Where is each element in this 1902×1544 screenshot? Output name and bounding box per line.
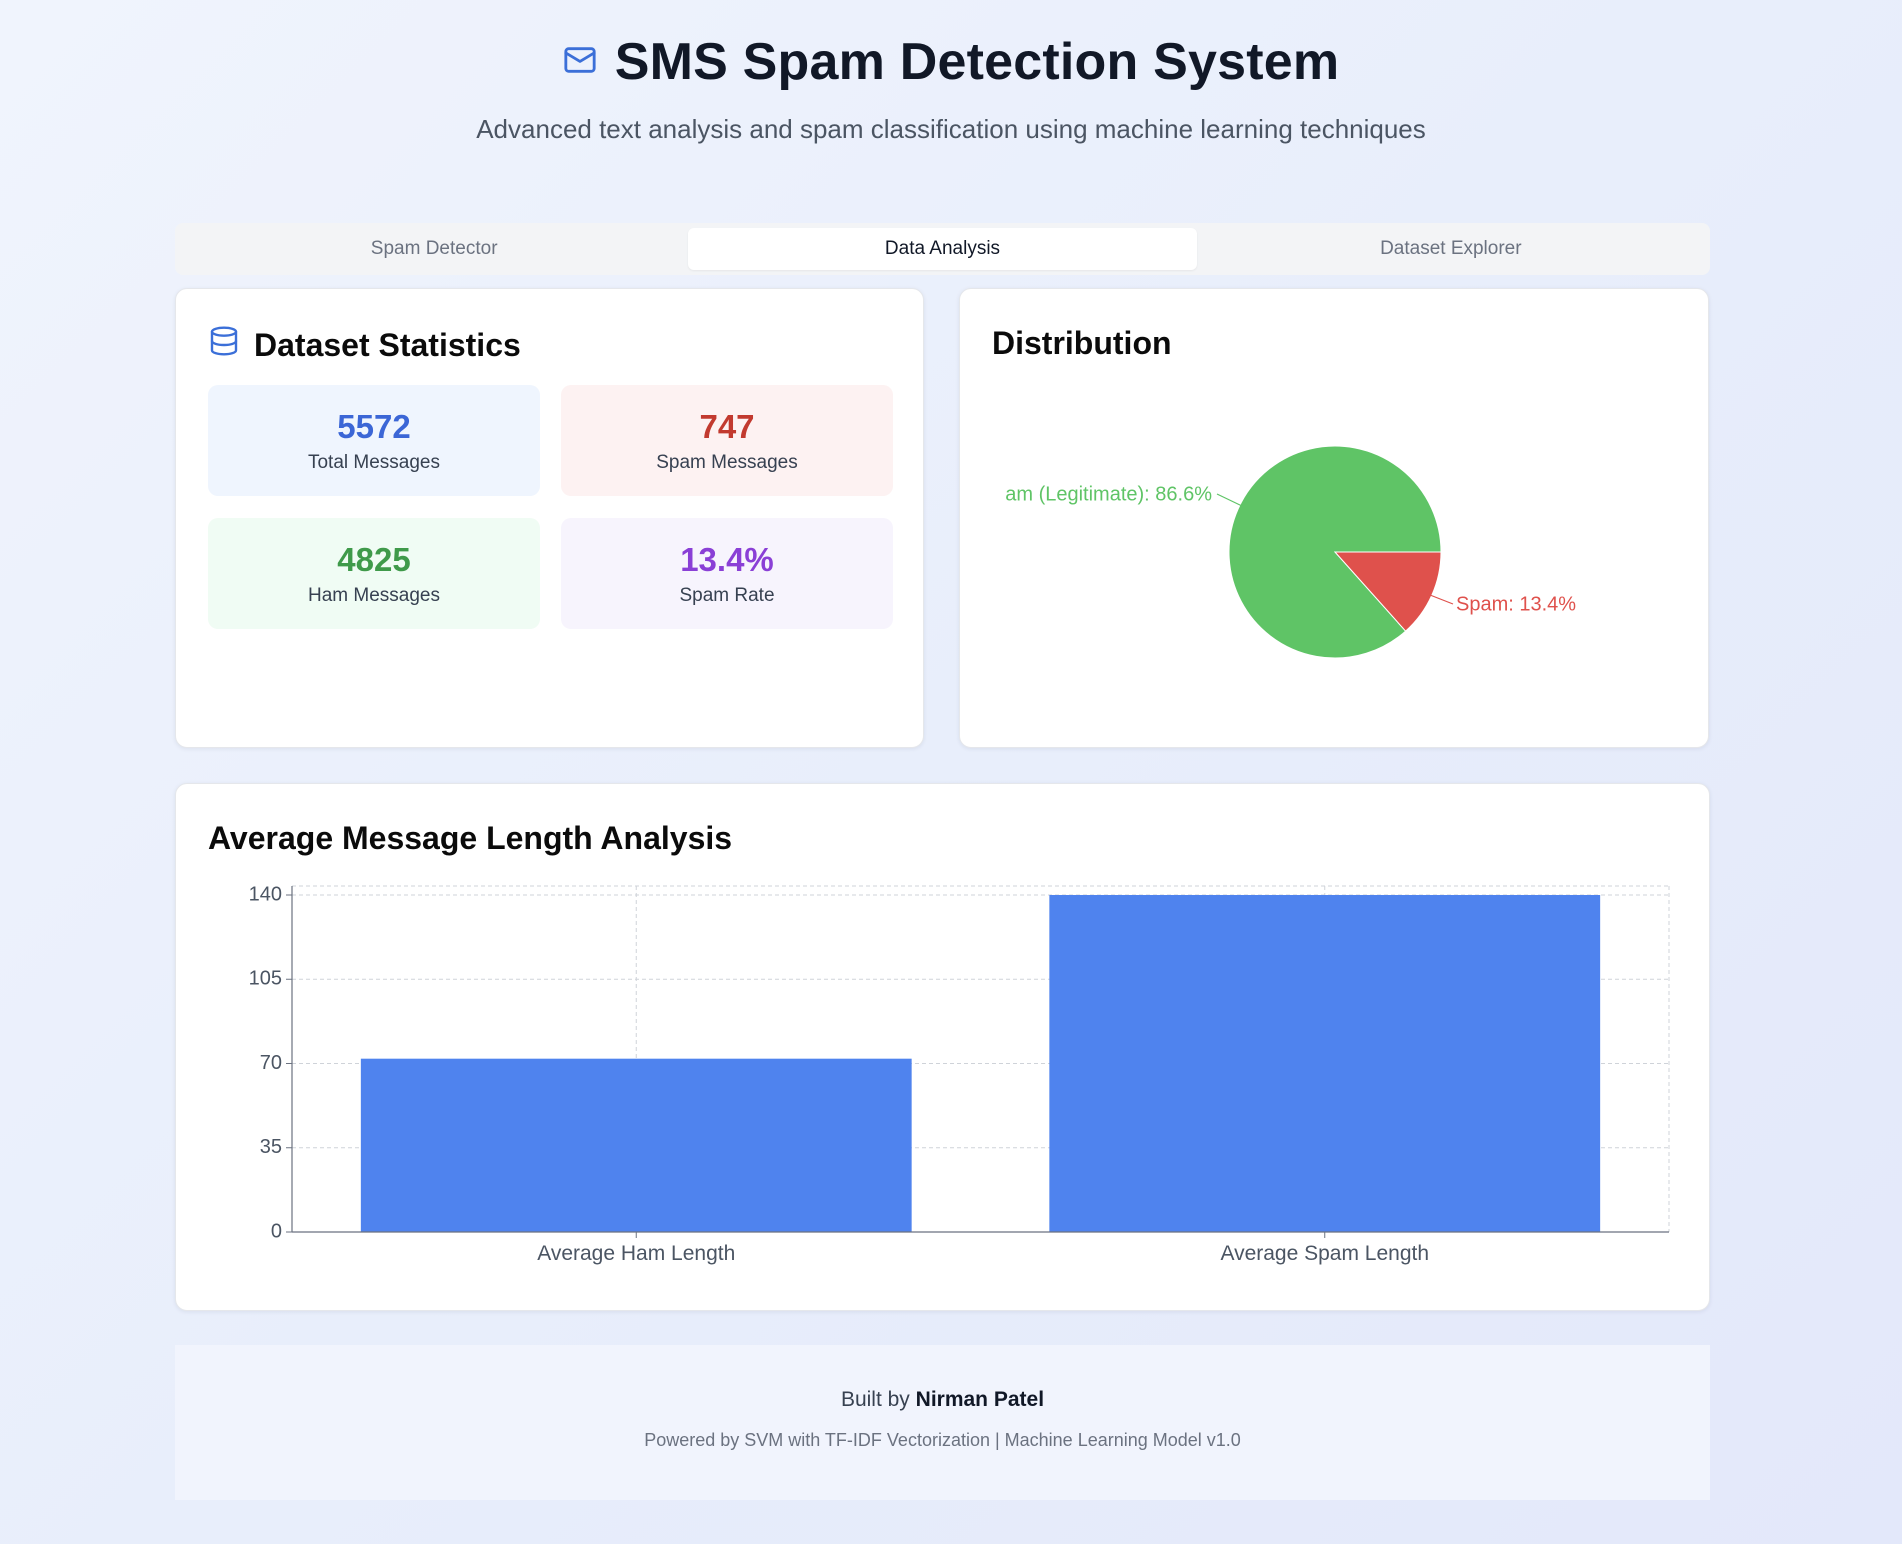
mail-icon (563, 43, 597, 82)
bar-1[interactable] (1049, 895, 1601, 1232)
stat-label: Total Messages (307, 451, 440, 473)
page-subtitle: Advanced text analysis and spam classifi… (476, 114, 1426, 144)
y-tick-label: 105 (249, 968, 282, 990)
tab-bar: Spam Detector Data Analysis Dataset Expl… (175, 223, 1710, 275)
y-tick-label: 35 (260, 1136, 282, 1158)
pie-label-0: am (Legitimate): 86.6% (1005, 483, 1212, 505)
length-bar-chart: 0 35 70 105 140 Average Ham Length Average Spa… (249, 883, 1670, 1265)
stat-label: Spam Rate (679, 584, 775, 606)
stat-label: Spam Messages (656, 451, 798, 473)
x-tick-label: Average Ham Length (537, 1242, 735, 1265)
stat-value: 4825 (337, 540, 411, 578)
stat-spam-rate: 13.4% Spam Rate (561, 518, 893, 629)
built-by: Built by Nirman Patel (175, 1388, 1710, 1412)
stat-ham-messages: 4825 Ham Messages (208, 518, 540, 629)
stat-value: 13.4% (680, 540, 774, 578)
stat-spam-messages: 747 Spam Messages (561, 385, 893, 496)
stat-label: Ham Messages (308, 584, 440, 606)
distribution-card: Distribution am (Legitimate): 86.6% Spam:… (959, 288, 1709, 748)
y-tick-label: 70 (260, 1052, 282, 1074)
stat-value: 747 (699, 407, 755, 445)
pie-leader-line-1 (1429, 594, 1454, 605)
x-tick-label: Average Spam Length (1220, 1242, 1429, 1265)
stat-total-messages: 5572 Total Messages (208, 385, 540, 496)
tab-data-analysis[interactable]: Data Analysis (688, 228, 1197, 270)
y-tick-label: 0 (271, 1220, 282, 1242)
tab-dataset-explorer[interactable]: Dataset Explorer (1197, 228, 1705, 270)
powered-by: Powered by SVM with TF-IDF Vectorization… (644, 1430, 1241, 1450)
y-tick-label: 140 (249, 883, 282, 905)
dataset-statistics-card: Dataset Statistics 5572 Total Messages 7… (175, 288, 924, 748)
built-by-prefix: Built by (840, 1388, 910, 1411)
database-icon (208, 325, 240, 365)
card-title: Dataset Statistics (208, 325, 521, 365)
pie-leader-line-0 (1216, 493, 1243, 507)
page-header: SMS Spam Detection System Advanced text … (0, 30, 1902, 145)
tab-spam-detector[interactable]: Spam Detector (180, 228, 688, 270)
stat-value: 5572 (337, 407, 411, 445)
page-footer: Built by Nirman Patel Powered by SVM wit… (175, 1345, 1710, 1500)
card-title-text: Dataset Statistics (254, 326, 521, 363)
distribution-pie-chart: am (Legitimate): 86.6% Spam: 13.4% (1005, 445, 1576, 659)
page-title: SMS Spam Detection System (614, 33, 1340, 91)
bar-0[interactable] (360, 1058, 912, 1232)
author-name: Nirman Patel (915, 1388, 1045, 1411)
pie-label-1: Spam: 13.4% (1456, 593, 1576, 615)
length-analysis-card: Average Message Length Analysis 0 35 70 105… (175, 783, 1710, 1311)
